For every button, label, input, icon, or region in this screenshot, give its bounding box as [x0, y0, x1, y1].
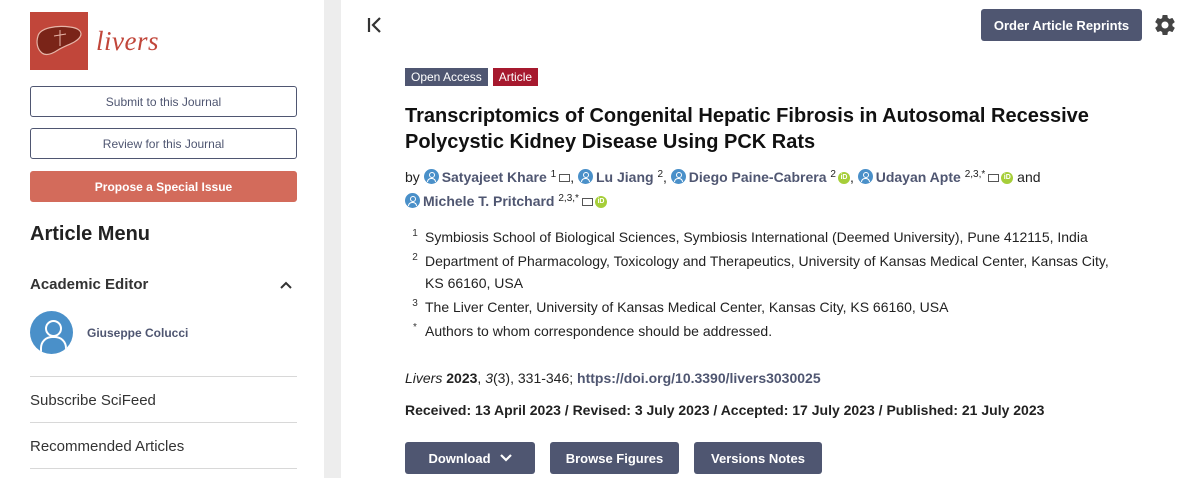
affiliation: 2 Department of Pharmacology, Toxicology… [405, 250, 1125, 294]
affiliation-text: The Liver Center, University of Kansas M… [425, 299, 949, 315]
chevron-down-icon [499, 454, 512, 462]
recommended-articles-link[interactable]: Recommended Articles [30, 438, 184, 455]
orcid-icon[interactable]: iD [1001, 172, 1014, 184]
author-icon [577, 169, 593, 184]
gear-icon[interactable] [1153, 13, 1177, 37]
affiliation-text: Authors to whom correspondence should be… [425, 323, 773, 339]
affiliation: 1 Symbiosis School of Biological Science… [405, 226, 1125, 248]
author-affil-sup: 1 [550, 169, 557, 180]
citation: Livers 2023, 3(3), 331-346; https://doi.… [405, 370, 821, 386]
affiliation-number: * [413, 322, 417, 333]
article-type-tag: Article [492, 68, 539, 86]
article-tags: Open Access Article [405, 68, 539, 86]
affiliation: 3 The Liver Center, University of Kansas… [405, 296, 1125, 318]
collapse-sidebar-icon[interactable] [367, 16, 383, 34]
mail-icon[interactable] [988, 174, 1000, 182]
author-name[interactable]: Satyajeet Khare [442, 169, 547, 185]
orcid-icon[interactable]: iD [594, 196, 607, 208]
academic-editor-toggle[interactable]: Academic Editor [30, 276, 292, 293]
and-label: and [1017, 169, 1041, 185]
browse-figures-button[interactable]: Browse Figures [550, 442, 679, 474]
publication-dates: Received: 13 April 2023 / Revised: 3 Jul… [405, 402, 1045, 418]
author-icon [405, 193, 420, 208]
affiliation-text: Department of Pharmacology, Toxicology a… [425, 253, 1109, 291]
submit-journal-button[interactable]: Submit to this Journal [30, 86, 297, 117]
journal-logo[interactable]: livers [30, 12, 159, 70]
title-line-2: Polycystic Kidney Disease Using PCK Rats [405, 131, 816, 153]
author-name[interactable]: Diego Paine-Cabrera [689, 169, 827, 185]
mail-icon[interactable] [559, 174, 571, 182]
citation-journal: Livers [405, 370, 443, 386]
order-reprints-button[interactable]: Order Article Reprints [981, 9, 1142, 41]
author-affil-sup: 2,3,* [558, 193, 579, 204]
download-button[interactable]: Download [405, 442, 535, 474]
orcid-icon[interactable]: iD [837, 172, 850, 184]
divider [30, 376, 297, 377]
affiliation: * Authors to whom correspondence should … [405, 320, 1125, 342]
title-line-1: Transcriptomics of Congenital Hepatic Fi… [405, 105, 1089, 127]
author-icon [423, 169, 439, 184]
author-list: by Satyajeet Khare 1, Lu Jiang 2, Diego … [405, 169, 1041, 209]
doi-link[interactable]: https://doi.org/10.3390/livers3030025 [577, 370, 821, 386]
author-icon [857, 169, 873, 184]
divider [30, 422, 297, 423]
sidebar: livers Submit to this Journal Review for… [0, 0, 324, 478]
affiliation-text: Symbiosis School of Biological Sciences,… [425, 229, 1088, 245]
editor-name[interactable]: Giuseppe Colucci [87, 326, 188, 340]
mail-icon[interactable] [581, 198, 593, 206]
author-icon [670, 169, 686, 184]
academic-editor[interactable]: Giuseppe Colucci [30, 311, 188, 354]
liver-logo [30, 12, 88, 70]
affiliation-number: 1 [412, 228, 418, 239]
author-affil-sup: 2,3,* [964, 169, 986, 180]
open-access-tag[interactable]: Open Access [405, 68, 488, 86]
article-actions: Download Browse Figures Versions Notes [405, 442, 822, 474]
review-journal-button[interactable]: Review for this Journal [30, 128, 297, 159]
author-name[interactable]: Udayan Apte [876, 169, 961, 185]
affiliation-number: 2 [412, 252, 418, 263]
article-main: Order Article Reprints Open Access Artic… [341, 0, 1200, 478]
versions-notes-button[interactable]: Versions Notes [694, 442, 822, 474]
propose-special-issue-button[interactable]: Propose a Special Issue [30, 171, 297, 202]
download-label: Download [428, 450, 491, 466]
subscribe-scifeed-link[interactable]: Subscribe SciFeed [30, 392, 156, 409]
affiliations: 1 Symbiosis School of Biological Science… [405, 226, 1125, 344]
journal-name: livers [96, 25, 159, 56]
affiliation-number: 3 [412, 298, 418, 309]
citation-year: 2023 [446, 370, 478, 386]
author-affil-sup: 2 [657, 169, 663, 180]
article-title: Transcriptomics of Congenital Hepatic Fi… [405, 103, 1145, 155]
citation-volume: 3 [485, 370, 493, 386]
avatar [30, 311, 73, 354]
citation-pages: (3), 331-346; [492, 370, 578, 386]
academic-editor-label: Academic Editor [30, 276, 149, 293]
chevron-up-icon [280, 281, 292, 289]
divider [30, 468, 297, 469]
author-name[interactable]: Lu Jiang [596, 169, 654, 185]
by-label: by [405, 169, 420, 185]
article-menu-title: Article Menu [30, 223, 151, 245]
author-name[interactable]: Michele T. Pritchard [423, 193, 554, 209]
author-affil-sup: 2 [830, 169, 836, 180]
